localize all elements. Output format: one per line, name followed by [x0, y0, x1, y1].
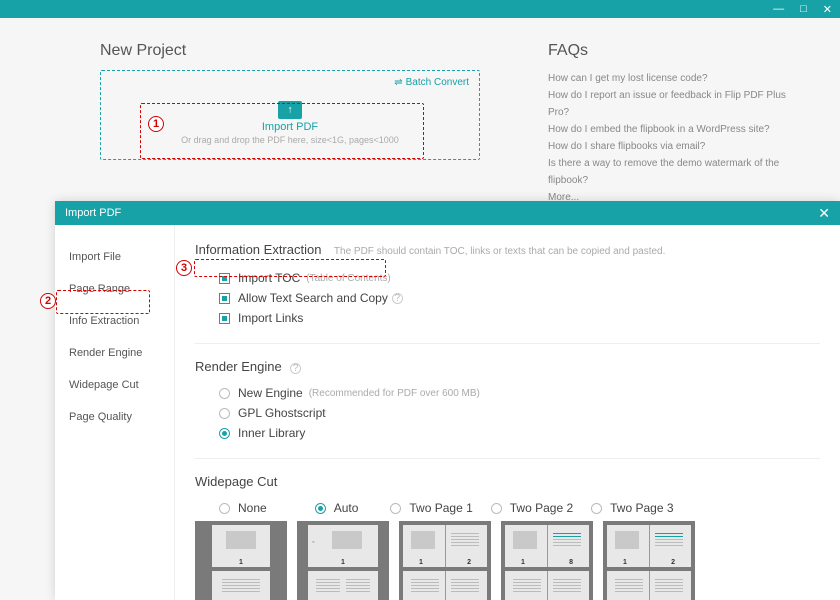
radio-widecut-auto[interactable]: Auto — [315, 501, 359, 515]
import-pdf-label: Import PDF — [101, 121, 479, 133]
radio-label: Two Page 3 — [610, 501, 673, 515]
checkbox-import-links[interactable]: Import Links — [219, 311, 820, 325]
faqs-title: FAQs — [548, 42, 808, 60]
radio-icon — [219, 503, 230, 514]
minimize-icon[interactable]: — — [773, 3, 784, 15]
faq-link[interactable]: How do I report an issue or feedback in … — [548, 87, 808, 121]
divider — [195, 458, 820, 459]
maximize-icon[interactable]: □ — [800, 3, 807, 15]
import-area: Import PDF Or drag and drop the PDF here… — [101, 101, 479, 145]
info-extraction-title: Information Extraction — [195, 242, 321, 257]
new-project-section: New Project Batch Convert Import PDF Or … — [100, 42, 480, 160]
radio-widecut-twopage1[interactable]: Two Page 1 — [390, 501, 472, 515]
faqs-list: How can I get my lost license code? How … — [548, 70, 808, 206]
divider — [195, 343, 820, 344]
thumb-auto[interactable]: ◦1 2 — [297, 521, 389, 600]
radio-inner-library[interactable]: Inner Library — [219, 426, 820, 440]
checkbox-allow-text-search[interactable]: Allow Text Search and Copy ? — [219, 291, 820, 305]
checkbox-label: Import TOC — [238, 271, 300, 285]
thumb-twopage1[interactable]: 12 34 — [399, 521, 491, 600]
info-extraction-hint: The PDF should contain TOC, links or tex… — [334, 246, 665, 257]
faq-link[interactable]: Is there a way to remove the demo waterm… — [548, 155, 808, 189]
radio-label: None — [238, 501, 267, 515]
import-pdf-dropzone[interactable]: Batch Convert Import PDF Or drag and dro… — [100, 70, 480, 160]
checkbox-icon — [219, 293, 230, 304]
thumb-twopage2[interactable]: 18 34 — [501, 521, 593, 600]
main-area: New Project Batch Convert Import PDF Or … — [0, 18, 840, 600]
checkbox-sublabel: (Table of Contents) — [306, 273, 391, 284]
radio-icon — [315, 503, 326, 514]
checkbox-icon — [219, 313, 230, 324]
dialog-header: Import PDF ✕ — [55, 201, 840, 225]
upload-icon — [278, 101, 302, 119]
radio-label: New Engine — [238, 386, 303, 400]
radio-icon — [219, 408, 230, 419]
thumb-none[interactable]: 1 2 — [195, 521, 287, 600]
radio-label: Two Page 1 — [409, 501, 472, 515]
widepage-cut-title: Widepage Cut — [195, 474, 277, 489]
import-pdf-sublabel: Or drag and drop the PDF here, size<1G, … — [101, 135, 479, 145]
radio-label: Auto — [334, 501, 359, 515]
radio-label: Two Page 2 — [510, 501, 573, 515]
faq-link[interactable]: How can I get my lost license code? — [548, 70, 808, 87]
radio-gpl-ghostscript[interactable]: GPL Ghostscript — [219, 406, 820, 420]
sidebar-item-import-file[interactable]: Import File — [55, 241, 174, 273]
radio-icon — [219, 428, 230, 439]
faq-link[interactable]: How do I share flipbooks via email? — [548, 138, 808, 155]
sidebar-item-info-extraction[interactable]: Info Extraction — [55, 305, 174, 337]
radio-widecut-twopage2[interactable]: Two Page 2 — [491, 501, 573, 515]
sidebar-item-render-engine[interactable]: Render Engine — [55, 337, 174, 369]
radio-new-engine[interactable]: New Engine (Recommended for PDF over 600… — [219, 386, 820, 400]
checkbox-label: Import Links — [238, 311, 303, 325]
radio-label: GPL Ghostscript — [238, 406, 326, 420]
checkbox-icon — [219, 273, 230, 284]
window-titlebar: — □ ✕ — [0, 0, 840, 18]
import-pdf-dialog: Import PDF ✕ Import File Page Range Info… — [55, 201, 840, 600]
close-icon[interactable]: ✕ — [823, 3, 832, 16]
widecut-thumbnails: 1 2 ◦1 2 12 34 18 — [195, 521, 820, 600]
faq-link[interactable]: How do I embed the flipbook in a WordPre… — [548, 121, 808, 138]
dialog-sidebar: Import File Page Range Info Extraction R… — [55, 225, 175, 600]
faqs-section: FAQs How can I get my lost license code?… — [548, 42, 808, 206]
checkbox-import-toc[interactable]: Import TOC (Table of Contents) — [219, 271, 820, 285]
thumb-twopage3[interactable]: 12 38 — [603, 521, 695, 600]
radio-label: Inner Library — [238, 426, 305, 440]
checkbox-label: Allow Text Search and Copy — [238, 291, 388, 305]
render-engine-title: Render Engine — [195, 359, 282, 374]
batch-convert-link[interactable]: Batch Convert — [394, 77, 469, 88]
radio-sublabel: (Recommended for PDF over 600 MB) — [309, 388, 480, 399]
radio-widecut-none[interactable]: None — [219, 501, 267, 515]
dialog-close-icon[interactable]: ✕ — [818, 205, 830, 222]
new-project-title: New Project — [100, 42, 480, 60]
dialog-title: Import PDF — [65, 207, 121, 219]
sidebar-item-page-quality[interactable]: Page Quality — [55, 401, 174, 433]
help-icon[interactable]: ? — [290, 363, 301, 374]
radio-icon — [390, 503, 401, 514]
sidebar-item-page-range[interactable]: Page Range — [55, 273, 174, 305]
sidebar-item-widepage-cut[interactable]: Widepage Cut — [55, 369, 174, 401]
dialog-content: Information Extraction The PDF should co… — [175, 225, 840, 600]
radio-icon — [591, 503, 602, 514]
help-icon[interactable]: ? — [392, 293, 403, 304]
radio-widecut-twopage3[interactable]: Two Page 3 — [591, 501, 673, 515]
radio-icon — [491, 503, 502, 514]
radio-icon — [219, 388, 230, 399]
